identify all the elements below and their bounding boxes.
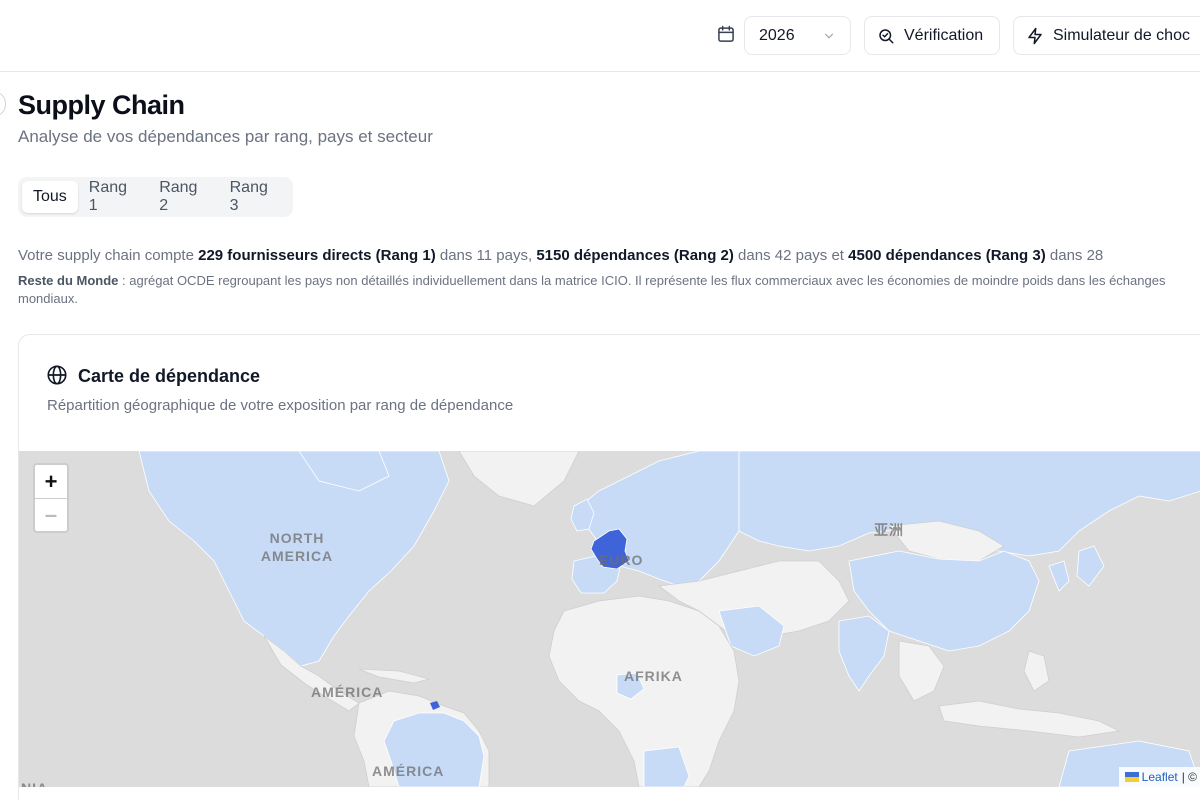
- page-title: Supply Chain: [18, 90, 185, 120]
- note-text: : agrégat OCDE regroupant les pays non d…: [18, 273, 1166, 306]
- map-card-title: Carte de dépendance: [78, 366, 261, 386]
- shock-simulator-button[interactable]: Simulateur de choc: [1013, 16, 1200, 55]
- indonesia-islands: [938, 700, 1121, 738]
- note-term: Reste du Monde: [18, 273, 119, 288]
- label-north-america: NORTH AMERICA: [257, 529, 337, 565]
- tab-rang-2[interactable]: Rang 2: [148, 179, 218, 214]
- label-africa: AFRIKA: [624, 668, 683, 684]
- supply-chain-summary: Votre supply chain compte 229 fournisseu…: [18, 247, 1103, 264]
- leaflet-link[interactable]: Leaflet: [1142, 770, 1178, 784]
- label-na-partial: NIA: [21, 779, 48, 787]
- shock-simulator-label: Simulateur de choc: [1053, 26, 1190, 44]
- summary-rank3: 4500 dépendances (Rang 3): [848, 247, 1046, 264]
- calendar-icon: [718, 25, 734, 42]
- india-land: [838, 615, 890, 692]
- rest-of-world-note: Reste du Monde : agrégat OCDE regroupant…: [18, 272, 1200, 308]
- ukraine-flag-icon: [1124, 772, 1139, 782]
- summary-rank2: 5150 dépendances (Rang 2): [536, 247, 734, 264]
- tab-rang-3[interactable]: Rang 3: [219, 179, 289, 214]
- label-south-america: AMÉRICA: [372, 763, 445, 779]
- lightning-icon: [1028, 27, 1042, 44]
- label-asia: 亚洲: [874, 522, 904, 538]
- zoom-control: + –: [33, 463, 69, 533]
- summary-rank2-suffix: dans 42 pays et: [733, 247, 849, 264]
- verification-button[interactable]: Vérification: [864, 16, 1000, 55]
- tab-rang-1[interactable]: Rang 1: [78, 179, 148, 214]
- zoom-in-button[interactable]: +: [35, 465, 67, 498]
- summary-prefix: Votre supply chain compte: [18, 247, 199, 264]
- year-select[interactable]: 2026: [744, 16, 851, 55]
- globe-icon: [47, 365, 67, 385]
- philippines-islands: [1023, 650, 1050, 692]
- verification-label: Vérification: [904, 26, 984, 44]
- tab-tous[interactable]: Tous: [22, 181, 78, 213]
- dependency-map-card: Carte de dépendance Répartition géograph…: [18, 334, 1200, 800]
- zoom-out-button[interactable]: –: [35, 498, 67, 531]
- label-north-america-text: NORTH AMERICA: [260, 530, 334, 564]
- search-check-icon: [879, 28, 894, 43]
- page-subtitle: Analyse de vos dépendances par rang, pay…: [18, 127, 433, 146]
- label-europe: EURO: [599, 552, 644, 568]
- label-america: AMÉRICA: [311, 684, 384, 700]
- map-attribution: Leaflet | ©: [1118, 767, 1200, 787]
- map-card-subtitle: Répartition géographique de votre exposi…: [47, 397, 514, 414]
- korea-japan-land: [1048, 545, 1105, 592]
- caribbean-islands: [358, 668, 431, 684]
- summary-rank3-suffix: dans 28: [1045, 247, 1104, 264]
- greenland-land: [458, 451, 580, 507]
- attribution-separator: | ©: [1181, 770, 1197, 784]
- chevron-down-icon: [824, 33, 834, 39]
- dependency-map[interactable]: NORTH AMERICA EURO 亚洲 AFRIKA AMÉRICA AMÉ…: [19, 451, 1200, 787]
- world-map: [138, 451, 1200, 787]
- rank-tabs: Tous Rang 1 Rang 2 Rang 3: [18, 177, 293, 217]
- sidebar-edge: [0, 92, 6, 116]
- summary-rank1-suffix: dans 11 pays,: [435, 247, 537, 264]
- year-select-value: 2026: [759, 26, 795, 44]
- summary-rank1: 229 fournisseurs directs (Rang 1): [198, 247, 436, 264]
- top-bar: 2026 Vérification Simulateur de choc: [0, 0, 1200, 72]
- southeast-asia-land: [898, 640, 945, 702]
